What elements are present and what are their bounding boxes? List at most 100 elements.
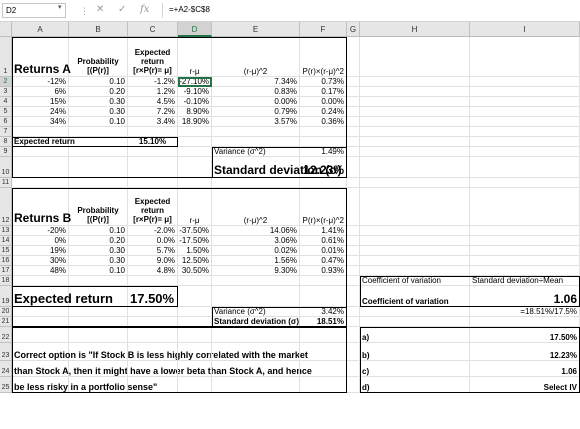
cell-i6[interactable] — [470, 117, 580, 127]
cell-b17[interactable]: 0.10 — [69, 266, 128, 276]
cell-b18[interactable] — [69, 276, 128, 286]
cancel-icon[interactable]: ✕ — [96, 4, 104, 15]
cell-c7[interactable] — [128, 127, 178, 137]
cell-b10[interactable] — [69, 157, 128, 178]
cell-g7[interactable] — [347, 127, 360, 137]
cell-h1[interactable] — [360, 37, 470, 77]
cell-f22[interactable] — [300, 327, 347, 343]
cell-e24[interactable] — [212, 361, 300, 377]
cell-a17[interactable]: 48% — [12, 266, 69, 276]
cell-g18[interactable] — [347, 276, 360, 286]
cell-b8[interactable] — [69, 137, 128, 147]
row-header-18[interactable]: 18 — [0, 276, 12, 286]
cell-i14[interactable] — [470, 236, 580, 246]
cell-b15[interactable]: 0.30 — [69, 246, 128, 256]
cell-i16[interactable] — [470, 256, 580, 266]
cell-a25[interactable]: be less risky in a portfolio sense" — [12, 377, 157, 393]
cell-a6[interactable]: 34% — [12, 117, 69, 127]
cell-d20[interactable] — [178, 307, 212, 317]
cell-a3[interactable]: 6% — [12, 87, 69, 97]
cell-e10[interactable]: Standard deviation (σ) — [212, 157, 342, 178]
cell-h3[interactable] — [360, 87, 470, 97]
cell-g6[interactable] — [347, 117, 360, 127]
cell-i25[interactable]: Select IV — [470, 377, 580, 393]
cell-b1[interactable]: Probability [(P(r)] — [69, 37, 128, 77]
cell-h18[interactable]: Coefficient of variation — [360, 276, 470, 286]
cell-f19[interactable] — [300, 286, 347, 307]
cell-c18[interactable] — [128, 276, 178, 286]
column-header-e[interactable]: E — [212, 22, 300, 37]
cell-c6[interactable]: 3.4% — [128, 117, 178, 127]
cell-b2[interactable]: 0.10 — [69, 77, 128, 87]
row-header-13[interactable]: 13 — [0, 226, 12, 236]
cell-g11[interactable] — [347, 178, 360, 188]
cell-d16[interactable]: 12.50% — [178, 256, 212, 266]
cell-c13[interactable]: -2.0% — [128, 226, 178, 236]
cell-c19[interactable]: 17.50% — [128, 286, 178, 307]
cell-i3[interactable] — [470, 87, 580, 97]
cell-e4[interactable]: 0.00% — [212, 97, 300, 107]
cell-h16[interactable] — [360, 256, 470, 266]
cell-h6[interactable] — [360, 117, 470, 127]
cell-h4[interactable] — [360, 97, 470, 107]
cell-f12[interactable]: P(r)×(r-μ)^2 — [300, 188, 347, 226]
cell-g9[interactable] — [347, 147, 360, 157]
cell-d18[interactable] — [178, 276, 212, 286]
cell-f1[interactable]: P(r)×(r-μ)^2 — [300, 37, 347, 77]
cell-i23[interactable]: 12.23% — [470, 343, 580, 361]
cell-d14[interactable]: -17.50% — [178, 236, 212, 246]
column-header-b[interactable]: B — [69, 22, 128, 37]
cell-i21[interactable] — [470, 317, 580, 327]
cell-d11[interactable] — [178, 178, 212, 188]
cell-h17[interactable] — [360, 266, 470, 276]
cell-d21[interactable] — [178, 317, 212, 327]
cell-g16[interactable] — [347, 256, 360, 266]
cell-a2[interactable]: -12% — [12, 77, 69, 87]
cell-d1[interactable]: r-μ — [178, 37, 212, 77]
cell-c17[interactable]: 4.8% — [128, 266, 178, 276]
cell-a20[interactable] — [12, 307, 69, 317]
cell-d12[interactable]: r-μ — [178, 188, 212, 226]
cell-a9[interactable] — [12, 147, 69, 157]
cell-b11[interactable] — [69, 178, 128, 188]
cell-i24[interactable]: 1.06 — [470, 361, 580, 377]
cell-c25[interactable] — [128, 377, 178, 393]
cell-g14[interactable] — [347, 236, 360, 246]
row-header-11[interactable]: 11 — [0, 178, 12, 188]
cell-f11[interactable] — [300, 178, 347, 188]
cell-i17[interactable] — [470, 266, 580, 276]
row-header-17[interactable]: 17 — [0, 266, 12, 276]
cell-h5[interactable] — [360, 107, 470, 117]
insert-function-icon[interactable]: fx — [140, 4, 149, 15]
cell-a21[interactable] — [12, 317, 69, 327]
cell-f5[interactable]: 0.24% — [300, 107, 347, 117]
cell-e19[interactable] — [212, 286, 300, 307]
row-header-7[interactable]: 7 — [0, 127, 12, 137]
cell-d15[interactable]: 1.50% — [178, 246, 212, 256]
cell-g5[interactable] — [347, 107, 360, 117]
cell-a19[interactable]: Expected return — [12, 286, 113, 307]
cell-d25[interactable] — [178, 377, 212, 393]
cell-f21[interactable]: 18.51% — [300, 317, 347, 327]
row-header-22[interactable]: 22 — [0, 327, 12, 343]
row-header-4[interactable]: 4 — [0, 97, 12, 107]
cell-f20[interactable]: 3.42% — [300, 307, 347, 317]
cell-h13[interactable] — [360, 226, 470, 236]
cell-d8[interactable] — [178, 137, 212, 147]
cell-g3[interactable] — [347, 87, 360, 97]
cell-e6[interactable]: 3.57% — [212, 117, 300, 127]
cell-f16[interactable]: 0.47% — [300, 256, 347, 266]
cell-a13[interactable]: -20% — [12, 226, 69, 236]
cell-c23[interactable] — [128, 343, 178, 361]
cell-b6[interactable]: 0.10 — [69, 117, 128, 127]
cell-c20[interactable] — [128, 307, 178, 317]
cell-g13[interactable] — [347, 226, 360, 236]
cell-i15[interactable] — [470, 246, 580, 256]
cell-i10[interactable] — [470, 157, 580, 178]
cell-f4[interactable]: 0.00% — [300, 97, 347, 107]
row-header-25[interactable]: 25 — [0, 377, 12, 393]
cell-h24[interactable]: c) — [360, 361, 470, 377]
cell-f2[interactable]: 0.73% — [300, 77, 347, 87]
cell-b4[interactable]: 0.30 — [69, 97, 128, 107]
cell-c24[interactable] — [128, 361, 178, 377]
